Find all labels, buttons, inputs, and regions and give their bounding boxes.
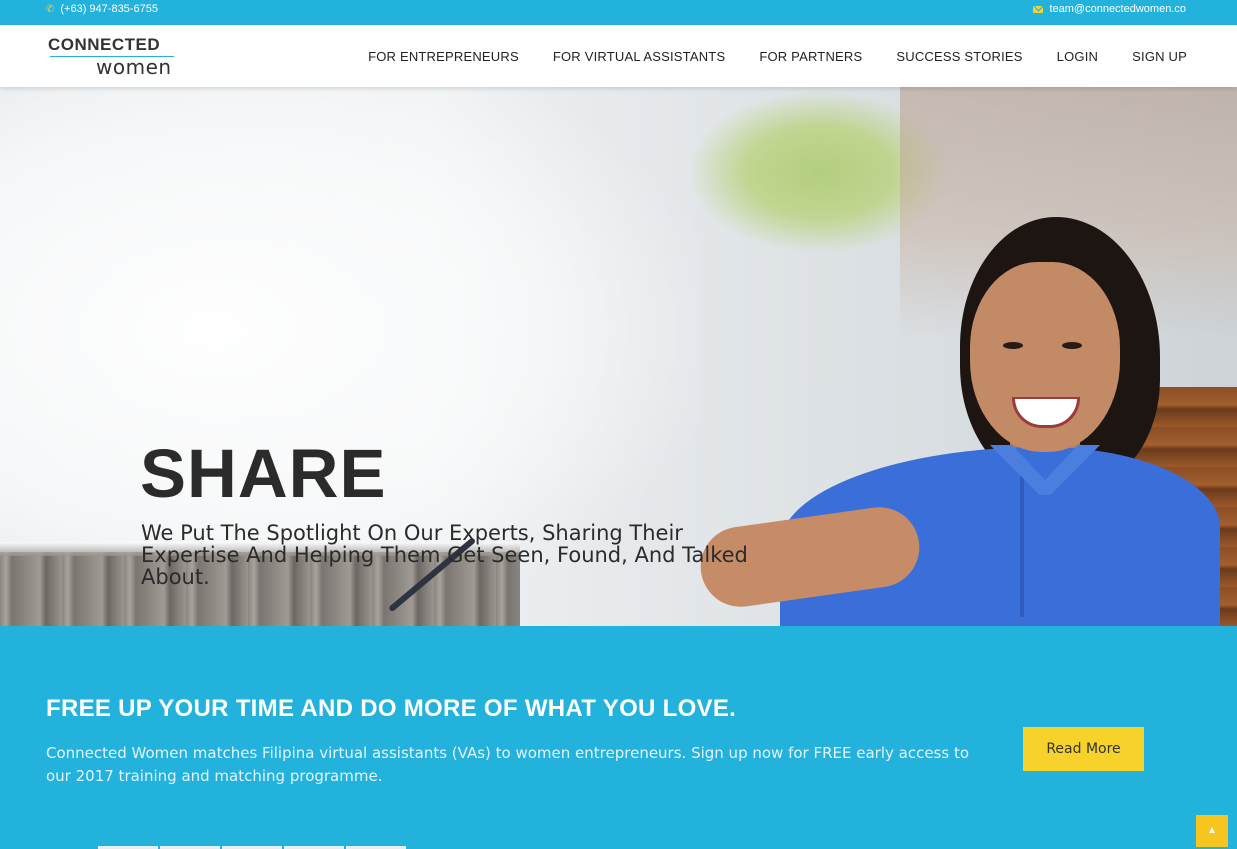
nav-item-virtual-assistants[interactable]: FOR VIRTUAL ASSISTANTS: [553, 49, 725, 64]
woman-eye-left: [1003, 342, 1023, 349]
email-contact[interactable]: team@connectedwomen.co: [1033, 3, 1186, 15]
envelope-icon: [1033, 5, 1044, 13]
hero-subtitle: We Put The Spotlight On Our Experts, Sha…: [141, 521, 748, 589]
cta-title: FREE UP YOUR TIME AND DO MORE OF WHAT YO…: [46, 695, 737, 722]
main-nav: FOR ENTREPRENEURS FOR VIRTUAL ASSISTANTS…: [368, 25, 1187, 87]
hero-slider: SHARE We Put The Spotlight On Our Expert…: [0, 87, 1237, 626]
top-contact-bar: ✆ (+63) 947-835-6755 team@connectedwomen…: [0, 0, 1237, 25]
woman-face: [970, 262, 1120, 452]
site-header: CONNECTED women FOR ENTREPRENEURS FOR VI…: [0, 25, 1237, 87]
cta-section: FREE UP YOUR TIME AND DO MORE OF WHAT YO…: [0, 626, 1237, 849]
scroll-to-top-button[interactable]: ▲: [1196, 815, 1228, 847]
nav-item-success-stories[interactable]: SUCCESS STORIES: [896, 49, 1022, 64]
nav-item-entrepreneurs[interactable]: FOR ENTREPRENEURS: [368, 49, 519, 64]
phone-contact[interactable]: ✆ (+63) 947-835-6755: [46, 3, 158, 15]
site-logo[interactable]: CONNECTED women: [48, 35, 178, 79]
woman-smile: [1012, 397, 1080, 428]
read-more-button[interactable]: Read More: [1023, 727, 1144, 771]
nav-item-partners[interactable]: FOR PARTNERS: [759, 49, 862, 64]
nav-item-sign-up[interactable]: SIGN UP: [1132, 49, 1187, 64]
chevron-up-icon: ▲: [1207, 825, 1217, 836]
hero-title: SHARE: [140, 435, 387, 512]
phone-icon: ✆: [46, 3, 55, 15]
woman-eye-right: [1062, 342, 1082, 349]
logo-line-connected: CONNECTED: [48, 35, 161, 54]
cta-description: Connected Women matches Filipina virtual…: [46, 744, 970, 785]
email-address[interactable]: team@connectedwomen.co: [1049, 3, 1186, 15]
phone-number[interactable]: (+63) 947-835-6755: [60, 3, 158, 15]
logo-line-women: women: [96, 55, 172, 79]
nav-item-login[interactable]: LOGIN: [1057, 49, 1098, 64]
